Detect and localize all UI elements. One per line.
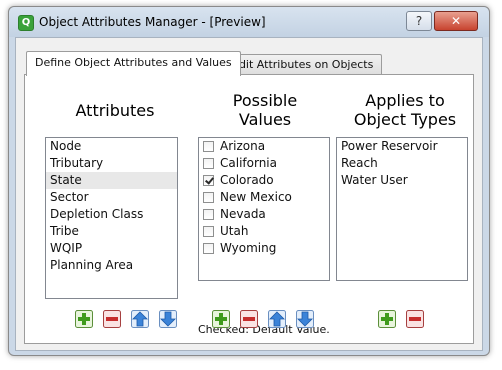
possible-values-list[interactable]: Arizona California Colorado New Mexico N… — [198, 137, 330, 281]
remove-icon — [406, 310, 424, 328]
list-item[interactable]: Depletion Class — [46, 206, 177, 223]
value-row-california[interactable]: California — [199, 155, 329, 172]
value-row-nevada[interactable]: Nevada — [199, 206, 329, 223]
possible-values-heading-line1: Possible — [232, 91, 298, 110]
value-label: Utah — [220, 224, 249, 238]
up-arrow-icon — [268, 310, 286, 328]
app-icon: Q — [18, 15, 34, 31]
add-attribute-button[interactable] — [75, 310, 93, 328]
attributes-heading: Attributes — [75, 101, 155, 120]
object-types-list[interactable]: Power Reservoir Reach Water User — [336, 137, 468, 281]
applies-to-heading-line2: Object Types — [353, 110, 457, 129]
list-item[interactable]: Node — [46, 138, 177, 155]
title-bar[interactable]: Q Object Attributes Manager - [Preview] … — [9, 7, 489, 37]
value-label: New Mexico — [220, 190, 292, 204]
checkbox[interactable] — [203, 243, 214, 254]
move-value-up-button[interactable] — [268, 310, 286, 328]
list-item[interactable]: Planning Area — [46, 257, 177, 274]
list-item[interactable]: Power Reservoir — [337, 138, 467, 155]
remove-icon — [103, 310, 121, 328]
close-button[interactable]: ✕ — [434, 11, 478, 31]
client-area: Define Object Attributes and Values Edit… — [15, 37, 483, 351]
value-label: Nevada — [220, 207, 266, 221]
down-arrow-icon — [159, 310, 177, 328]
remove-value-button[interactable] — [240, 310, 258, 328]
add-icon — [75, 310, 93, 328]
move-attribute-down-button[interactable] — [159, 310, 177, 328]
add-icon — [378, 310, 396, 328]
value-label: Wyoming — [220, 241, 277, 255]
add-icon — [212, 310, 230, 328]
move-value-down-button[interactable] — [296, 310, 314, 328]
checkbox[interactable] — [203, 141, 214, 152]
checkbox[interactable] — [203, 209, 214, 220]
list-item[interactable]: Water User — [337, 172, 467, 189]
list-item[interactable]: Tributary — [46, 155, 177, 172]
window-title: Object Attributes Manager - [Preview] — [39, 15, 266, 29]
tab-edit-attributes[interactable]: Edit Attributes on Objects — [223, 54, 383, 75]
attributes-list[interactable]: Node Tributary State Sector Depletion Cl… — [45, 137, 178, 299]
remove-icon — [240, 310, 258, 328]
list-item[interactable]: Sector — [46, 189, 177, 206]
value-row-colorado[interactable]: Colorado — [199, 172, 329, 189]
list-item[interactable]: State — [46, 172, 177, 189]
value-row-new-mexico[interactable]: New Mexico — [199, 189, 329, 206]
up-arrow-icon — [131, 310, 149, 328]
value-row-utah[interactable]: Utah — [199, 223, 329, 240]
value-label: California — [220, 156, 277, 170]
value-label: Colorado — [220, 173, 274, 187]
remove-attribute-button[interactable] — [103, 310, 121, 328]
checkbox[interactable] — [203, 226, 214, 237]
add-object-type-button[interactable] — [378, 310, 396, 328]
tab-define-attributes[interactable]: Define Object Attributes and Values — [26, 51, 241, 76]
down-arrow-icon — [296, 310, 314, 328]
value-row-wyoming[interactable]: Wyoming — [199, 240, 329, 257]
checkbox[interactable] — [203, 192, 214, 203]
value-row-arizona[interactable]: Arizona — [199, 138, 329, 155]
help-button[interactable]: ? — [406, 11, 432, 31]
checkbox-checked[interactable] — [203, 175, 214, 186]
list-item[interactable]: Reach — [337, 155, 467, 172]
object-attributes-manager-window: Q Object Attributes Manager - [Preview] … — [8, 6, 490, 356]
applies-to-heading: Applies to Object Types — [325, 91, 485, 129]
move-attribute-up-button[interactable] — [131, 310, 149, 328]
add-value-button[interactable] — [212, 310, 230, 328]
checkbox[interactable] — [203, 158, 214, 169]
list-item[interactable]: WQIP — [46, 240, 177, 257]
applies-to-heading-line1: Applies to — [365, 91, 445, 110]
tab-panel-define: Attributes Possible Values Applies to Ob… — [24, 74, 474, 344]
possible-values-heading-line2: Values — [238, 110, 292, 129]
remove-object-type-button[interactable] — [406, 310, 424, 328]
value-label: Arizona — [220, 139, 266, 153]
list-item[interactable]: Tribe — [46, 223, 177, 240]
possible-values-heading: Possible Values — [195, 91, 335, 129]
